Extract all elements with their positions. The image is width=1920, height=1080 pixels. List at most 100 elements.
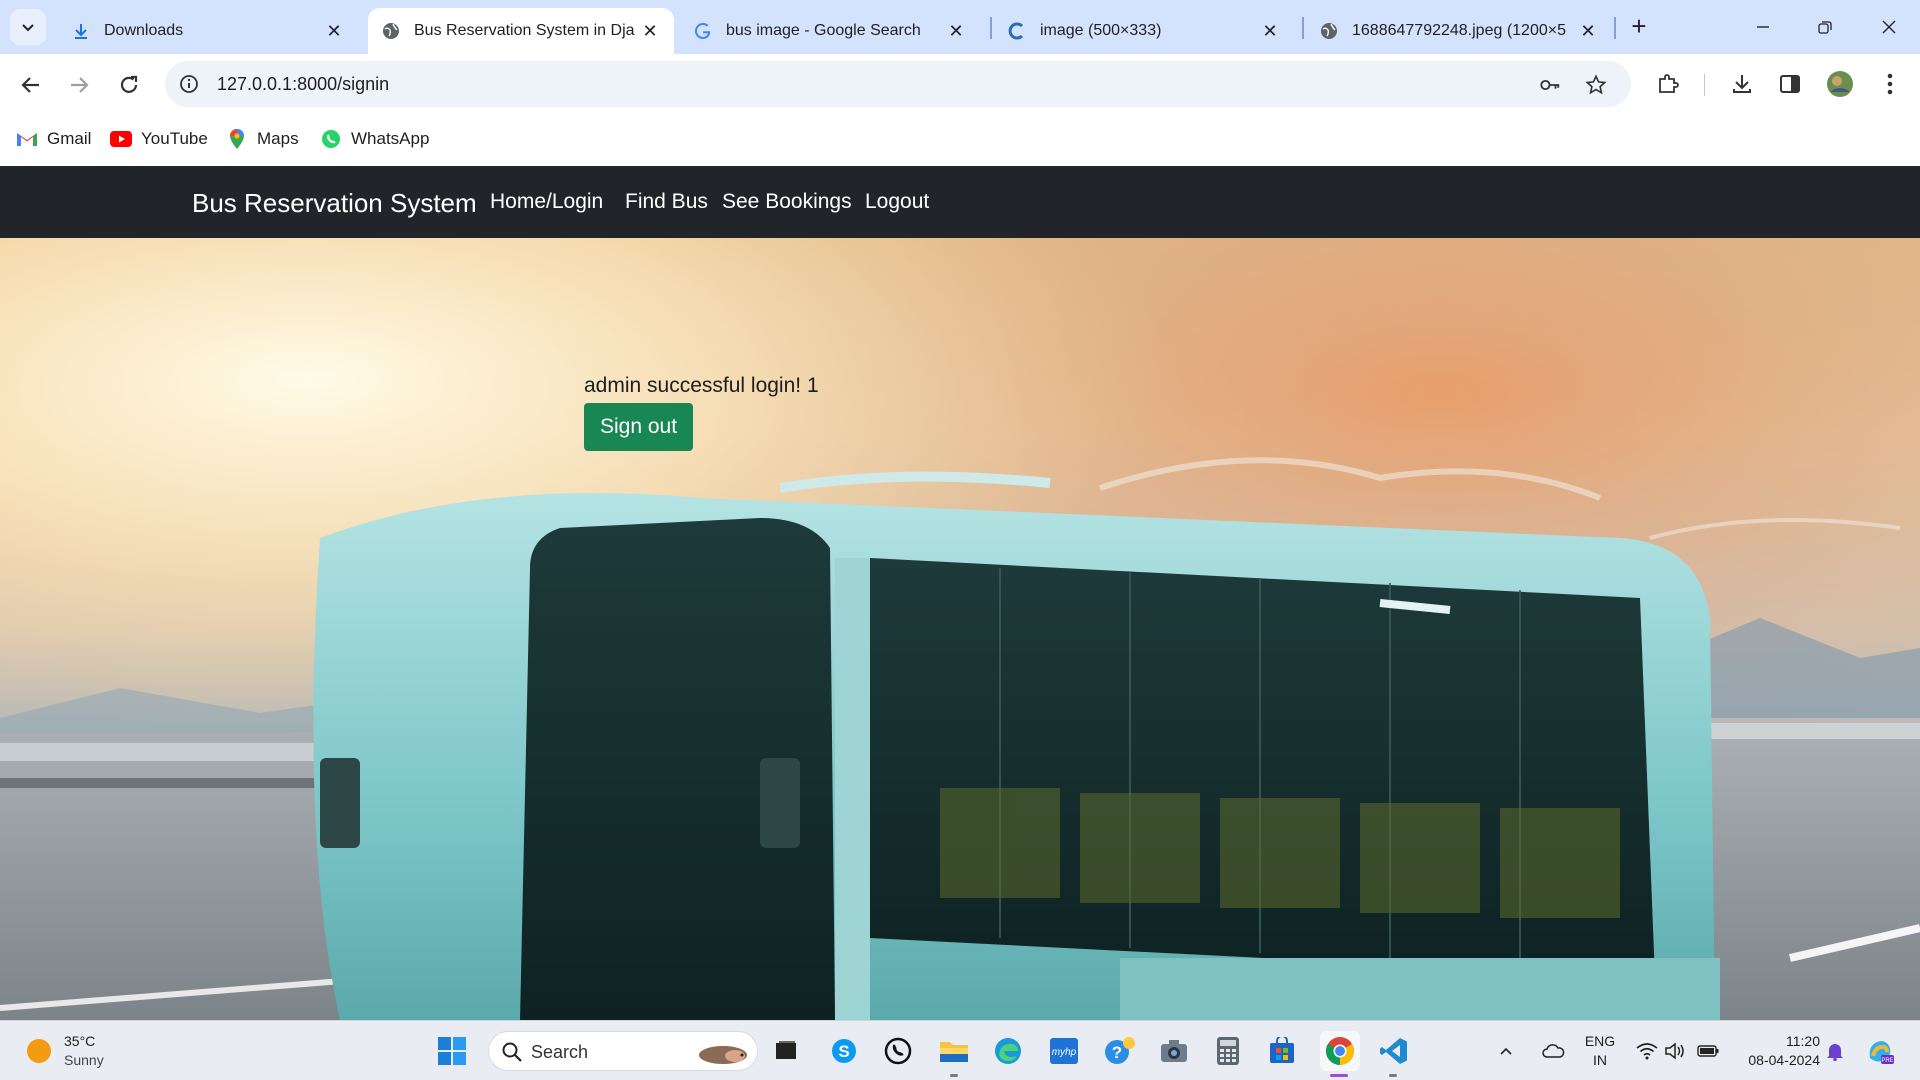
tab-image[interactable]: image (500×333) ✕ bbox=[994, 8, 1294, 54]
store-app[interactable] bbox=[1264, 1033, 1300, 1069]
copilot-button[interactable]: PRE bbox=[1862, 1033, 1898, 1069]
bookmark-whatsapp[interactable]: WhatsApp bbox=[320, 126, 429, 152]
skype-app[interactable]: S bbox=[826, 1033, 862, 1069]
wifi-icon bbox=[1636, 1043, 1658, 1060]
onedrive-tray[interactable] bbox=[1536, 1033, 1570, 1069]
language-region[interactable]: IN bbox=[1584, 1052, 1616, 1068]
tab-jpeg[interactable]: 1688647792248.jpeg (1200×5 ✕ bbox=[1306, 8, 1612, 54]
side-panel-icon bbox=[1780, 75, 1800, 93]
camera-app[interactable] bbox=[1156, 1033, 1192, 1069]
address-bar[interactable]: 127.0.0.1:8000/signin bbox=[165, 61, 1631, 107]
close-icon[interactable]: ✕ bbox=[1578, 21, 1598, 41]
weather-temperature[interactable]: 35°C bbox=[64, 1033, 95, 1049]
myhp-app[interactable]: myhp bbox=[1046, 1033, 1082, 1069]
new-tab-button[interactable]: + bbox=[1626, 13, 1652, 40]
maps-pin-icon bbox=[226, 128, 248, 150]
tab-separator bbox=[990, 17, 992, 39]
close-window-button[interactable] bbox=[1874, 12, 1904, 42]
chrome-icon bbox=[1326, 1037, 1354, 1065]
whatsapp-app[interactable] bbox=[880, 1033, 916, 1069]
info-icon[interactable] bbox=[179, 74, 199, 94]
windows-logo-icon bbox=[438, 1037, 466, 1065]
close-icon[interactable]: ✕ bbox=[324, 21, 344, 41]
bus-background-image bbox=[0, 238, 1920, 1020]
key-icon[interactable] bbox=[1539, 74, 1561, 96]
tab-title: Downloads bbox=[104, 22, 184, 39]
close-icon[interactable]: ✕ bbox=[946, 21, 966, 41]
bookmarks-bar: Gmail YouTube Maps WhatsApp bbox=[0, 116, 1920, 166]
svg-text:?: ? bbox=[1112, 1043, 1122, 1062]
clock-date[interactable]: 08-04-2024 bbox=[1730, 1052, 1820, 1068]
nav-find-bus[interactable]: Find Bus bbox=[625, 190, 708, 214]
chevron-up-icon bbox=[1500, 1047, 1512, 1055]
taskview-app[interactable] bbox=[768, 1033, 804, 1069]
file-explorer-app[interactable] bbox=[936, 1033, 972, 1069]
minimize-button[interactable] bbox=[1748, 12, 1778, 42]
site-brand[interactable]: Bus Reservation System bbox=[192, 188, 477, 219]
folder-icon bbox=[940, 1042, 968, 1062]
tab-title: 1688647792248.jpeg (1200×5 bbox=[1352, 22, 1566, 39]
page-icon bbox=[1008, 22, 1026, 40]
nav-home-login[interactable]: Home/Login bbox=[490, 190, 603, 214]
whatsapp-icon bbox=[884, 1037, 912, 1065]
copilot-icon: PRE bbox=[1869, 1041, 1894, 1064]
puzzle-icon bbox=[1659, 74, 1679, 93]
tab-bus-reservation[interactable]: Bus Reservation System in Dja ✕ bbox=[368, 8, 674, 54]
close-icon[interactable]: ✕ bbox=[640, 21, 660, 41]
restore-button[interactable] bbox=[1810, 12, 1840, 42]
wifi-tray[interactable] bbox=[1632, 1033, 1662, 1069]
extensions-button[interactable] bbox=[1654, 70, 1682, 98]
globe-icon bbox=[1320, 22, 1338, 40]
tab-downloads[interactable]: Downloads ✕ bbox=[58, 8, 358, 54]
bell-icon bbox=[1827, 1044, 1843, 1061]
close-icon bbox=[1882, 20, 1896, 34]
downloads-button[interactable] bbox=[1728, 70, 1756, 98]
side-panel-button[interactable] bbox=[1776, 70, 1804, 98]
language-indicator[interactable]: ENG bbox=[1584, 1033, 1616, 1049]
bookmark-label: Gmail bbox=[47, 129, 92, 148]
vscode-icon bbox=[1380, 1038, 1407, 1064]
svg-text:myhp: myhp bbox=[1052, 1047, 1077, 1058]
gmail-icon bbox=[16, 128, 38, 150]
bookmark-gmail[interactable]: Gmail bbox=[16, 126, 91, 152]
weather-description[interactable]: Sunny bbox=[64, 1052, 104, 1068]
svg-text:S: S bbox=[838, 1042, 849, 1061]
tray-overflow-button[interactable] bbox=[1494, 1033, 1518, 1069]
sun-icon[interactable] bbox=[27, 1039, 51, 1063]
tab-google-search[interactable]: bus image - Google Search ✕ bbox=[680, 8, 980, 54]
clock-time[interactable]: 11:20 bbox=[1736, 1033, 1820, 1049]
battery-tray[interactable] bbox=[1692, 1033, 1724, 1069]
nav-logout[interactable]: Logout bbox=[865, 190, 929, 214]
edge-icon bbox=[995, 1038, 1021, 1064]
nav-see-bookings[interactable]: See Bookings bbox=[722, 190, 852, 214]
taskbar-search[interactable]: Search bbox=[488, 1031, 758, 1071]
youtube-icon bbox=[110, 128, 132, 150]
sign-out-button[interactable]: Sign out bbox=[584, 403, 693, 451]
browser-toolbar: 127.0.0.1:8000/signin bbox=[0, 54, 1920, 116]
calculator-app[interactable] bbox=[1210, 1033, 1246, 1069]
back-button[interactable] bbox=[16, 70, 46, 100]
bookmark-label: Maps bbox=[257, 129, 299, 148]
volume-tray[interactable] bbox=[1660, 1033, 1690, 1069]
notifications-button[interactable] bbox=[1822, 1033, 1848, 1069]
tab-title: image (500×333) bbox=[1040, 22, 1162, 39]
help-app[interactable]: ? bbox=[1102, 1033, 1138, 1069]
profile-avatar[interactable] bbox=[1826, 70, 1854, 98]
bookmark-label: YouTube bbox=[141, 129, 208, 148]
forward-button[interactable] bbox=[64, 70, 94, 100]
bookmark-youtube[interactable]: YouTube bbox=[110, 126, 208, 152]
bookmark-maps[interactable]: Maps bbox=[226, 126, 299, 152]
tab-search-button[interactable] bbox=[10, 9, 46, 45]
star-icon[interactable] bbox=[1585, 74, 1607, 96]
vscode-app[interactable] bbox=[1376, 1033, 1412, 1069]
edge-app[interactable] bbox=[990, 1033, 1026, 1069]
google-icon bbox=[694, 22, 712, 40]
reload-button[interactable] bbox=[114, 70, 144, 100]
start-button[interactable] bbox=[434, 1033, 470, 1069]
more-vert-icon bbox=[1887, 73, 1893, 95]
calculator-icon bbox=[1217, 1037, 1239, 1065]
close-icon[interactable]: ✕ bbox=[1260, 21, 1280, 41]
url-text: 127.0.0.1:8000/signin bbox=[217, 74, 390, 94]
menu-button[interactable] bbox=[1876, 70, 1904, 98]
chrome-app[interactable] bbox=[1320, 1031, 1360, 1071]
